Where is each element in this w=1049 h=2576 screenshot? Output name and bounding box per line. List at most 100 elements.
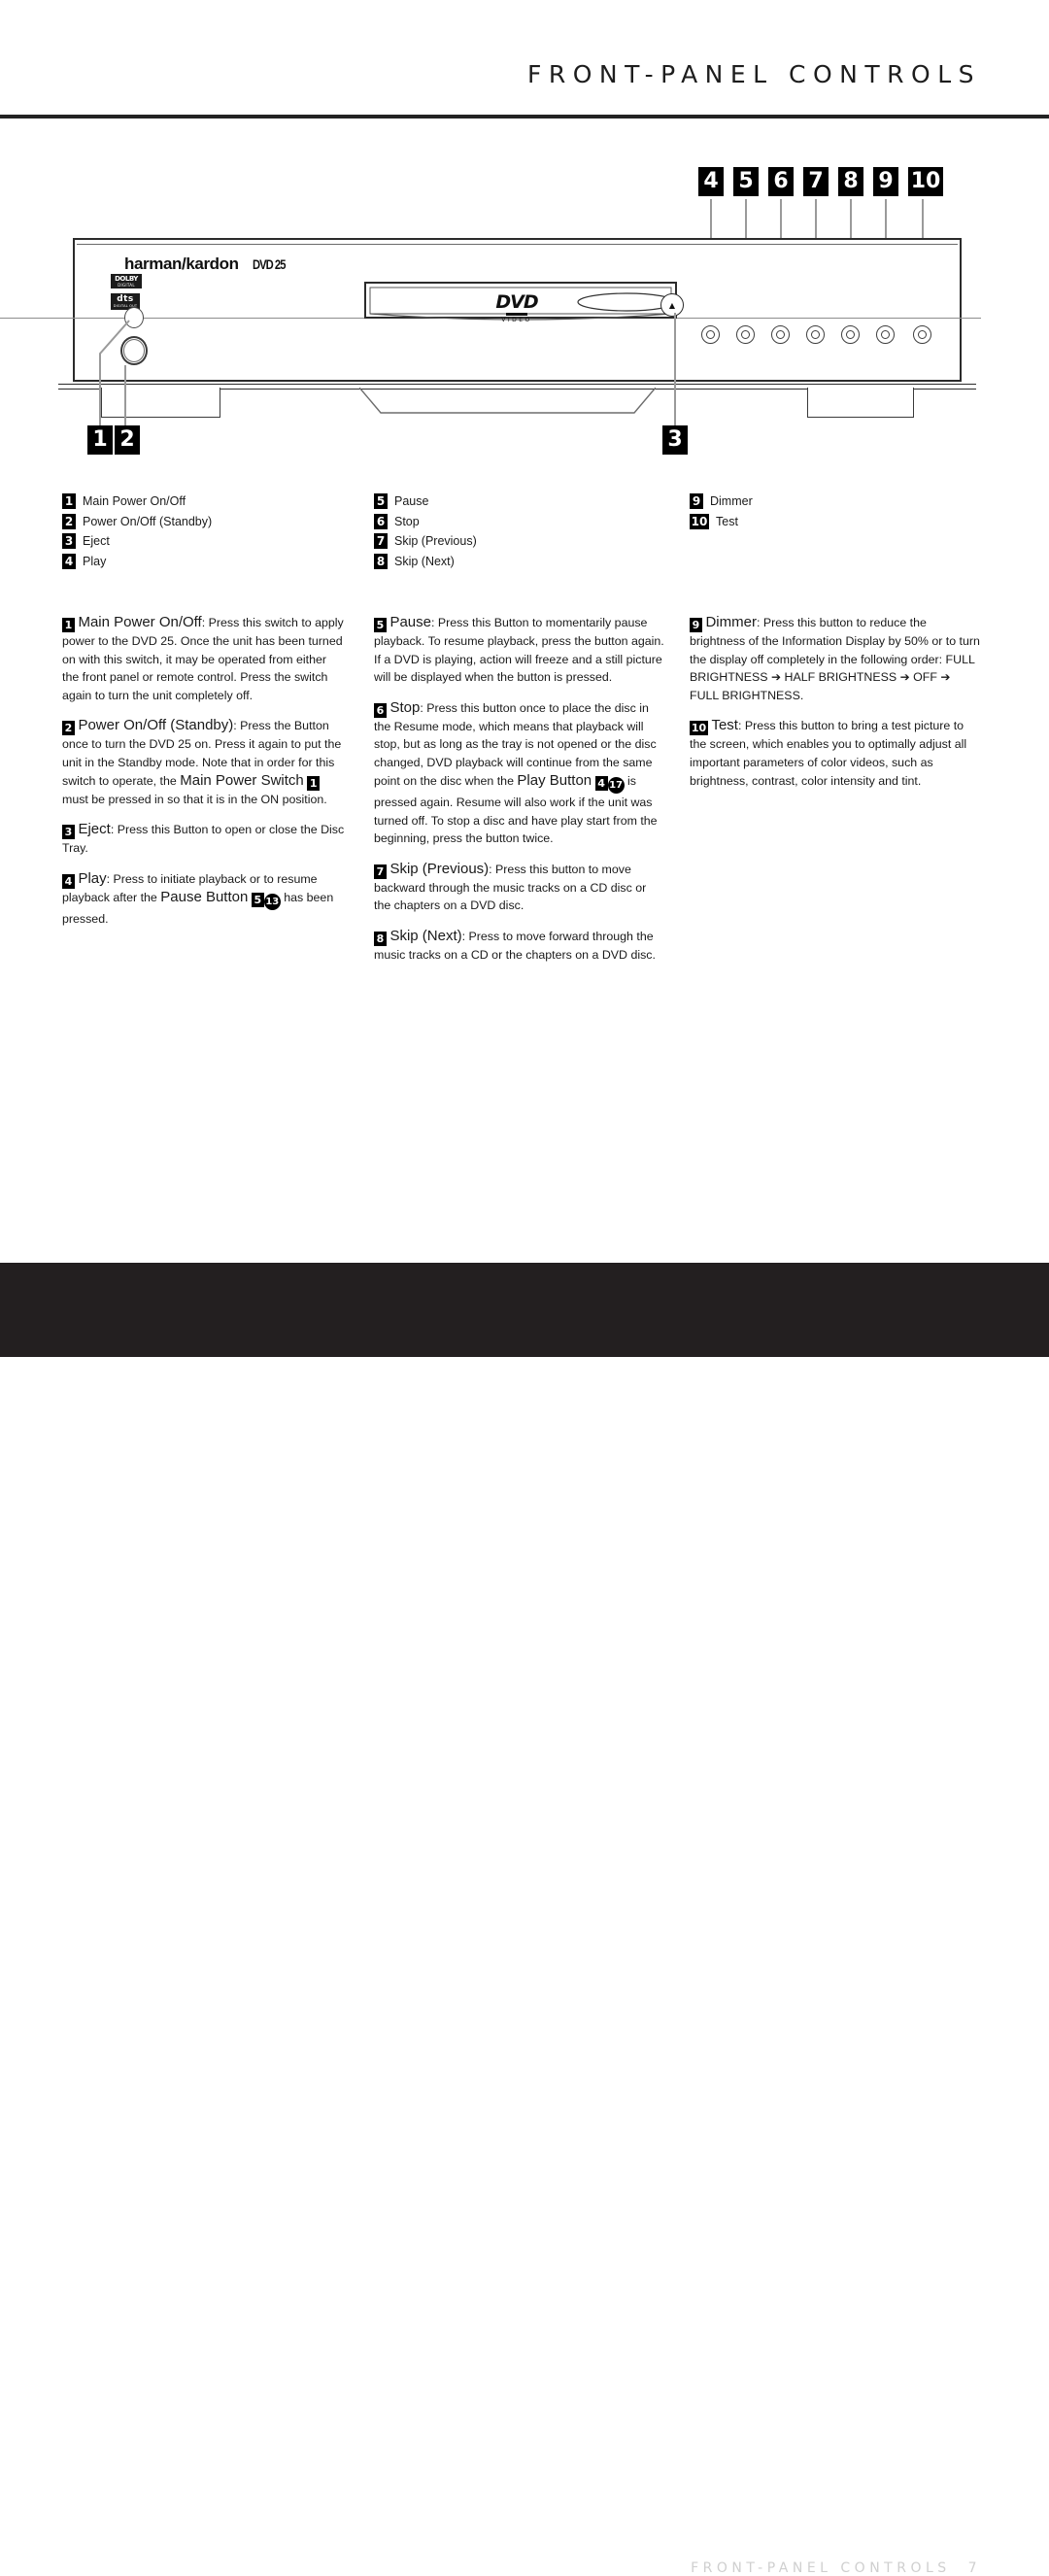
legend-badge-2: 2 bbox=[62, 513, 76, 529]
callout-10: 10 bbox=[908, 167, 943, 196]
desc-term-2: Power On/Off (Standby) bbox=[78, 717, 234, 734]
desc-inline-term-6: Play Button bbox=[517, 771, 592, 789]
desc-badge-10: 10 bbox=[690, 721, 708, 736]
callout-1: 1 bbox=[87, 425, 113, 455]
legend-badge-6: 6 bbox=[374, 513, 388, 529]
legend-label-5: Pause bbox=[394, 494, 429, 508]
legend-label-8: Skip (Next) bbox=[394, 554, 455, 568]
callout-6: 6 bbox=[768, 167, 794, 196]
legend-label-4: Play bbox=[83, 554, 107, 568]
desc-badge-1: 1 bbox=[62, 618, 75, 632]
desc-text-9d: FULL BRIGHTNESS. bbox=[690, 688, 804, 702]
arrow-icon-1: ➔ bbox=[771, 670, 782, 685]
legend-badge-5: 5 bbox=[374, 493, 388, 509]
arrow-icon-3: ➔ bbox=[940, 670, 951, 685]
callout-9: 9 bbox=[873, 167, 898, 196]
legend: 1 Main Power On/Off 2 Power On/Off (Stan… bbox=[0, 493, 1049, 571]
panel-button-play[interactable] bbox=[701, 325, 720, 344]
desc-badge-5: 5 bbox=[374, 618, 387, 632]
chassis-foot-right bbox=[807, 388, 914, 418]
desc-badge-7: 7 bbox=[374, 864, 387, 879]
legend-item: 1 Main Power On/Off bbox=[62, 493, 212, 510]
legend-item: 3 Eject bbox=[62, 533, 212, 550]
legend-label-9: Dimmer bbox=[710, 494, 753, 508]
desc-badge-2: 2 bbox=[62, 721, 75, 736]
desc-term-1: Main Power On/Off bbox=[78, 614, 202, 630]
description-column-1: 1 Main Power On/Off: Press this switch t… bbox=[62, 614, 346, 941]
desc-badge-4: 4 bbox=[62, 873, 75, 889]
desc-text-9c: OFF bbox=[909, 670, 941, 685]
legend-badge-3: 3 bbox=[62, 533, 76, 549]
legend-item: 2 Power On/Off (Standby) bbox=[62, 513, 213, 530]
model-name: DVD 25 bbox=[253, 256, 286, 272]
panel-button-skip-next[interactable] bbox=[841, 325, 860, 344]
desc-badge-3: 3 bbox=[62, 825, 75, 840]
desc-term-9: Dimmer bbox=[705, 614, 757, 630]
legend-label-3: Eject bbox=[83, 534, 110, 548]
legend-item: 7 Skip (Previous) bbox=[374, 533, 477, 550]
eject-icon[interactable]: ▲ bbox=[660, 293, 684, 317]
desc-term-4: Play bbox=[78, 869, 107, 887]
callout-3: 3 bbox=[662, 425, 688, 455]
eject-glyph: ▲ bbox=[668, 300, 676, 310]
description-item-7: 7 Skip (Previous): Press this button to … bbox=[374, 861, 665, 915]
dvd-video-logo: DVD VIDEO bbox=[483, 291, 551, 324]
legend-badge-7: 7 bbox=[374, 533, 388, 549]
panel-button-skip-previous[interactable] bbox=[806, 325, 825, 344]
legend-badge-4: 4 bbox=[62, 553, 76, 569]
legend-badge-9: 9 bbox=[690, 493, 703, 509]
leader-line-3 bbox=[674, 313, 676, 425]
legend-item: 4 Play bbox=[62, 553, 212, 570]
legend-label-10: Test bbox=[716, 514, 738, 528]
footer-bar: FRONT-PANEL CONTROLS 7 bbox=[0, 1263, 1049, 2576]
header-divider bbox=[0, 115, 1049, 119]
panel-button-dimmer[interactable] bbox=[876, 325, 895, 344]
dolby-logo-bottom: DIGITAL bbox=[118, 282, 135, 288]
desc-badge-8: 8 bbox=[374, 932, 387, 947]
dvd-logo-subtext: VIDEO bbox=[501, 317, 532, 323]
legend-item: 9 Dimmer bbox=[690, 493, 753, 510]
desc-text-2b: must be pressed in so that it is in the … bbox=[62, 792, 327, 806]
legend-item: 10 Test bbox=[690, 513, 753, 530]
desc-term-6: Stop bbox=[389, 698, 421, 716]
legend-item: 6 Stop bbox=[374, 513, 477, 530]
desc-text-9b: HALF BRIGHTNESS bbox=[781, 670, 900, 685]
description-item-6: 6 Stop: Press this button once to place … bbox=[374, 699, 665, 848]
footer-page-number: 7 bbox=[967, 2560, 981, 2576]
desc-term-5: Pause bbox=[389, 614, 431, 630]
description-column-2: 5 Pause: Press this Button to momentaril… bbox=[374, 614, 665, 977]
description-item-3: 3 Eject: Press this Button to open or cl… bbox=[62, 821, 346, 858]
panel-button-stop[interactable] bbox=[771, 325, 790, 344]
brand-name: harman/kardon bbox=[124, 254, 239, 273]
dvd-logo-bar bbox=[506, 313, 527, 316]
desc-badge-6: 6 bbox=[374, 702, 387, 718]
description-item-1: 1 Main Power On/Off: Press this switch t… bbox=[62, 614, 346, 704]
dolby-logo-top: DOLBY bbox=[115, 274, 138, 283]
legend-badge-1: 1 bbox=[62, 493, 76, 509]
desc-term-7: Skip (Previous) bbox=[389, 860, 490, 877]
desc-inline-term-4: Pause Button bbox=[160, 888, 249, 905]
dolby-digital-logo: DOLBY DIGITAL bbox=[111, 274, 142, 288]
description-item-10: 10 Test: Press this button to bring a te… bbox=[690, 717, 981, 790]
panel-button-pause[interactable] bbox=[736, 325, 755, 344]
callout-4: 4 bbox=[698, 167, 724, 196]
page-title: FRONT-PANEL CONTROLS bbox=[526, 60, 981, 88]
desc-inline-badge-2: 1 bbox=[307, 775, 321, 791]
legend-column-1: 1 Main Power On/Off 2 Power On/Off (Stan… bbox=[62, 493, 212, 573]
callout-2: 2 bbox=[115, 425, 140, 455]
footer-text: FRONT-PANEL CONTROLS 7 bbox=[0, 2560, 981, 2576]
footer-title: FRONT-PANEL CONTROLS bbox=[691, 2560, 951, 2576]
desc-term-10: Test bbox=[711, 717, 738, 734]
legend-item: 5 Pause bbox=[374, 493, 477, 510]
legend-item: 8 Skip (Next) bbox=[374, 553, 477, 570]
legend-label-2: Power On/Off (Standby) bbox=[83, 514, 213, 528]
leader-path-1-2 bbox=[99, 320, 130, 425]
desc-term-3: Eject bbox=[78, 821, 111, 838]
legend-badge-8: 8 bbox=[374, 553, 388, 569]
description-item-9: 9 Dimmer: Press this button to reduce th… bbox=[690, 614, 981, 704]
dvd-logo-text: DVD bbox=[495, 291, 538, 313]
panel-button-test[interactable] bbox=[913, 325, 931, 344]
description-column-3: 9 Dimmer: Press this button to reduce th… bbox=[690, 614, 981, 802]
description-item-2: 2 Power On/Off (Standby): Press the Butt… bbox=[62, 717, 346, 808]
desc-inline-term-2: Main Power Switch bbox=[180, 771, 304, 789]
